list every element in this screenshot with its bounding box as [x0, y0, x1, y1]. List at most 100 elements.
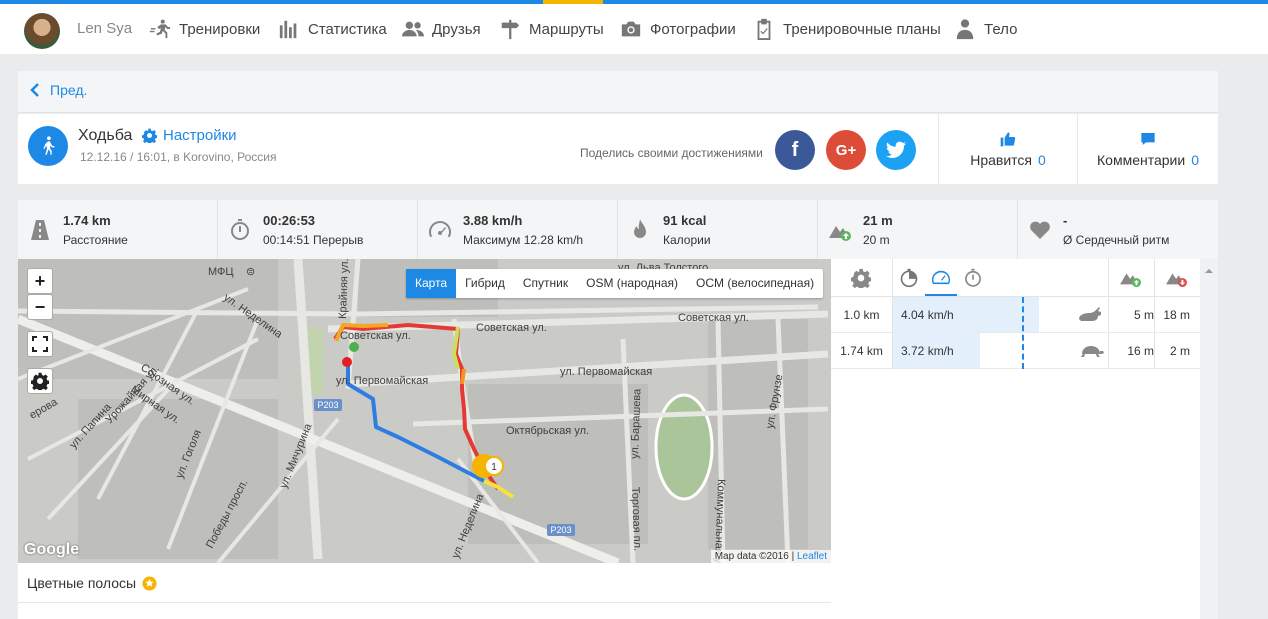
- google-plus-button[interactable]: G+: [826, 130, 866, 170]
- comments-button[interactable]: Комментарии 0: [1078, 114, 1218, 184]
- fullscreen-button[interactable]: [27, 331, 53, 357]
- splits-panel: 1.0 km 4.04 km/h 5 m 18 m 1.74 km 3.72 k…: [831, 259, 1200, 619]
- prev-label: Пред.: [50, 82, 88, 98]
- map-label: Октябрьская ул.: [506, 425, 589, 437]
- pace-icon[interactable]: [899, 268, 919, 288]
- running-icon: [149, 19, 171, 39]
- content-area: [18, 603, 831, 619]
- nav-item-training-plans[interactable]: Тренировочные планы: [753, 18, 941, 40]
- walking-icon: [28, 126, 68, 166]
- scroll-up-icon[interactable]: [1200, 263, 1218, 279]
- settings-label: Настройки: [163, 127, 237, 144]
- stat-label: Ø Сердечный ритм: [1063, 233, 1170, 247]
- nav-label: Друзья: [432, 20, 481, 38]
- likes-count: 0: [1037, 151, 1046, 168]
- twitter-button[interactable]: [876, 130, 916, 170]
- split-row[interactable]: 1.74 km 3.72 km/h 16 m 2 m: [831, 333, 1200, 369]
- zoom-out-button[interactable]: −: [27, 294, 53, 320]
- tab-osm[interactable]: OSM (народная): [577, 269, 687, 298]
- facebook-button[interactable]: f: [775, 130, 815, 170]
- active-tab-indicator: [543, 0, 603, 4]
- divider: [1154, 259, 1155, 296]
- leaflet-link[interactable]: Leaflet: [797, 551, 827, 562]
- map-settings-button[interactable]: [27, 368, 53, 394]
- activity-meta: 12.12.16 / 16:01, в Korovino, Россия: [80, 150, 277, 164]
- map-label: Советская ул.: [340, 330, 411, 342]
- map-label: ул. Барашева: [629, 388, 643, 459]
- tab-ocm[interactable]: OCM (велосипедная): [687, 269, 823, 298]
- body-icon: [956, 19, 974, 40]
- turtle-icon: [1081, 346, 1104, 357]
- nav-label: Фотографии: [650, 20, 736, 38]
- zoom-in-icon: +: [34, 270, 46, 291]
- nav-item-body[interactable]: Тело: [954, 18, 1017, 40]
- divider: [892, 297, 893, 369]
- likes-button[interactable]: Нравится 0: [939, 114, 1077, 184]
- nav-label: Статистика: [308, 20, 387, 38]
- stat-elevation: 21 m 20 m: [818, 200, 1018, 259]
- zoom-in-button[interactable]: +: [27, 268, 53, 294]
- split-elevation-down: 18 m: [1163, 308, 1190, 322]
- nav-item-workouts[interactable]: Тренировки: [149, 18, 260, 40]
- avatar[interactable]: [24, 13, 60, 49]
- nav-label: Тело: [984, 20, 1018, 38]
- nav-label: Тренировочные планы: [783, 20, 941, 38]
- tab-satellite[interactable]: Спутник: [514, 269, 577, 298]
- tab-map[interactable]: Карта: [406, 269, 457, 298]
- share-text: Поделись своими достижениями: [580, 146, 763, 160]
- google-logo: Google: [24, 541, 80, 558]
- color-bands-toggle[interactable]: Цветные полосы: [27, 575, 157, 591]
- prev-bar: Пред.: [18, 71, 1218, 113]
- thumbs-up-icon: [1000, 131, 1016, 146]
- username[interactable]: Len Sya: [77, 20, 132, 37]
- split-distance: 1.74 km: [840, 344, 883, 358]
- stopwatch-icon[interactable]: [963, 268, 983, 288]
- fullscreen-icon: [32, 336, 48, 352]
- comments-label: Комментарии: [1097, 151, 1186, 168]
- speedometer-icon[interactable]: [930, 268, 952, 288]
- average-pace-line: [1022, 297, 1024, 369]
- nav-item-routes[interactable]: Маршруты: [499, 18, 604, 40]
- heart-icon: [1030, 221, 1050, 239]
- nav-item-friends[interactable]: Друзья: [402, 18, 481, 40]
- split-pace: 3.72 km/h: [901, 344, 954, 358]
- gear-icon[interactable]: [851, 268, 871, 288]
- split-elevation-up: 16 m: [1127, 344, 1154, 358]
- friends-icon: [402, 21, 424, 37]
- gear-icon: [142, 128, 157, 143]
- map-label: Советская ул.: [678, 312, 749, 324]
- stopwatch-icon: [231, 219, 249, 240]
- top-navigation: Len Sya Тренировки Статистика Друзья Мар…: [0, 0, 1268, 54]
- split-elevation-down: 2 m: [1169, 344, 1190, 358]
- elevation-up-icon: [829, 226, 851, 241]
- stat-heart-rate: - Ø Сердечный ритм: [1018, 200, 1218, 259]
- clipboard-icon: [757, 18, 771, 40]
- stat-label: Расстояние: [63, 233, 128, 247]
- prev-link[interactable]: Пред.: [30, 82, 87, 98]
- map-canvas[interactable]: 1 Р203 Р203 МФЦ ⊜ ул. Льва Толстого Сове…: [18, 259, 831, 563]
- active-tab-underline: [925, 294, 957, 296]
- route-map[interactable]: 1 Р203 Р203 МФЦ ⊜ ул. Льва Толстого Сове…: [18, 259, 831, 563]
- stat-calories: 91 kcal Калории: [618, 200, 818, 259]
- km-marker-label: 1: [491, 462, 497, 473]
- zoom-out-icon: −: [34, 296, 46, 317]
- stat-label: 00:14:51 Перерыв: [263, 233, 364, 247]
- split-row[interactable]: 1.0 km 4.04 km/h 5 m 18 m: [831, 297, 1200, 333]
- settings-link[interactable]: Настройки: [142, 127, 237, 144]
- map-layer-tabs: Карта Гибрид Спутник OSM (народная) OCM …: [406, 269, 824, 298]
- divider: [892, 259, 893, 296]
- rabbit-icon: [1079, 307, 1101, 321]
- stat-value: 91 kcal: [663, 213, 707, 228]
- stat-label: Максимум 12.28 km/h: [463, 233, 584, 247]
- comments-count: 0: [1191, 151, 1199, 168]
- activity-header: Ходьба Настройки 12.12.16 / 16:01, в Kor…: [18, 114, 1218, 184]
- stat-distance: 1.74 km Расстояние: [18, 200, 218, 259]
- splits-scrollbar[interactable]: [1200, 259, 1218, 619]
- nav-label: Маршруты: [529, 20, 604, 38]
- facebook-icon: f: [791, 138, 799, 161]
- nav-item-statistics[interactable]: Статистика: [278, 18, 387, 40]
- google-plus-icon: G+: [835, 141, 857, 159]
- road-icon: [31, 220, 49, 240]
- tab-hybrid[interactable]: Гибрид: [456, 269, 514, 298]
- nav-item-photos[interactable]: Фотографии: [620, 18, 736, 40]
